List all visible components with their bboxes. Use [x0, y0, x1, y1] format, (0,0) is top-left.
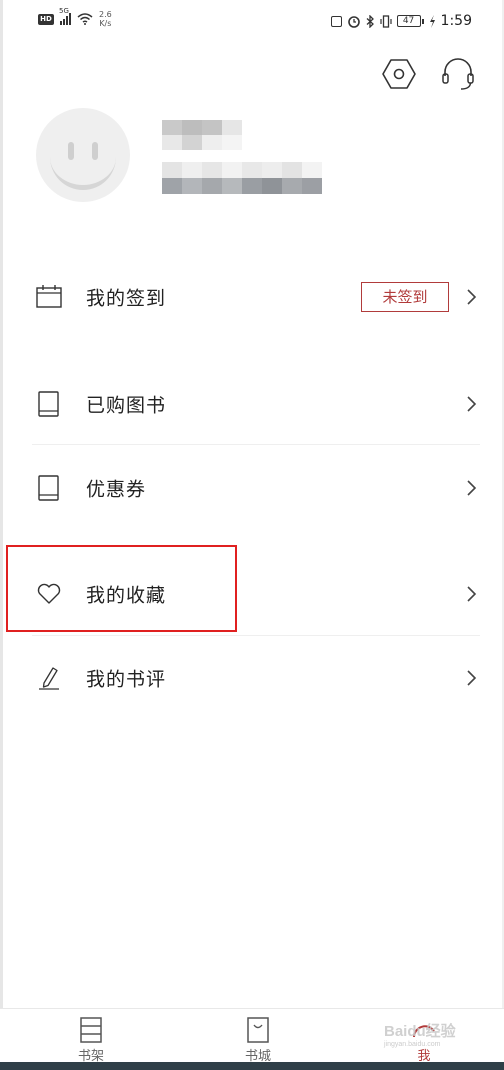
avatar-smile	[50, 146, 116, 190]
pencil-icon	[39, 667, 59, 690]
nfc-icon	[330, 15, 342, 27]
calendar-icon	[36, 285, 62, 308]
chevron-right-icon	[467, 670, 477, 686]
book-icon	[38, 475, 59, 501]
status-right-group: 47 1:59	[330, 13, 472, 29]
chevron-right-icon	[467, 586, 477, 602]
status-bar: HD 5G 2.6 K/s 47 1:59	[0, 0, 504, 40]
net-speed-value: 2.6	[99, 10, 112, 19]
menu-label-checkin: 我的签到	[86, 287, 167, 310]
menu-label-reviews: 我的书评	[86, 668, 167, 691]
tab-label-bookstore: 书城	[244, 1049, 271, 1063]
bookshelf-icon	[80, 1017, 102, 1043]
battery-level: 47	[396, 15, 421, 27]
book-icon	[38, 391, 59, 417]
tab-bookshelf[interactable]: 书架	[51, 1017, 131, 1063]
menu-item-coupons[interactable]: 优惠券	[0, 458, 504, 518]
bottom-frame-strip	[0, 1062, 504, 1070]
bottom-nav: 书架 书城 我	[0, 1008, 504, 1063]
status-time: 1:59	[440, 13, 472, 29]
settings-button[interactable]	[381, 56, 417, 92]
hd-badge: HD	[38, 13, 54, 25]
menu-item-purchased-books[interactable]: 已购图书	[0, 374, 504, 434]
tab-label-me: 我	[417, 1049, 431, 1063]
tab-label-bookshelf: 书架	[77, 1049, 104, 1063]
customer-service-button[interactable]	[440, 56, 476, 92]
tab-me[interactable]: 我	[384, 1017, 464, 1063]
bluetooth-icon	[366, 14, 374, 28]
checkin-status-badge[interactable]: 未签到	[361, 282, 449, 312]
net-speed-unit: K/s	[99, 19, 112, 28]
alarm-icon	[347, 15, 360, 28]
vibrate-icon	[379, 14, 392, 28]
charging-icon	[429, 14, 435, 28]
wifi-icon	[77, 13, 93, 25]
net-speed: 2.6 K/s	[99, 10, 112, 28]
favorites-highlight-box	[6, 545, 237, 632]
status-left-group: HD 5G 2.6 K/s	[38, 7, 112, 28]
menu-item-checkin[interactable]: 我的签到 未签到	[0, 267, 504, 327]
network-type: 5G	[59, 7, 69, 15]
profile-icon	[413, 1025, 435, 1038]
chevron-right-icon	[467, 480, 477, 496]
divider	[32, 635, 480, 636]
user-id-blurred	[162, 162, 322, 194]
chevron-right-icon	[467, 289, 477, 305]
menu-label-coupons: 优惠券	[86, 478, 147, 501]
divider	[32, 444, 480, 445]
menu-label-purchased-books: 已购图书	[86, 394, 167, 417]
signal-group: 5G	[59, 7, 71, 25]
username-blurred[interactable]	[162, 120, 242, 150]
headset-icon	[442, 58, 474, 90]
battery-icon: 47	[396, 15, 424, 27]
tab-bookstore[interactable]: 书城	[218, 1017, 298, 1063]
left-frame-edge	[0, 0, 3, 1070]
chevron-right-icon	[467, 396, 477, 412]
menu-item-reviews[interactable]: 我的书评	[0, 648, 504, 708]
bag-icon	[247, 1017, 269, 1043]
hexagon-settings-icon	[382, 59, 416, 89]
avatar[interactable]	[36, 108, 130, 202]
